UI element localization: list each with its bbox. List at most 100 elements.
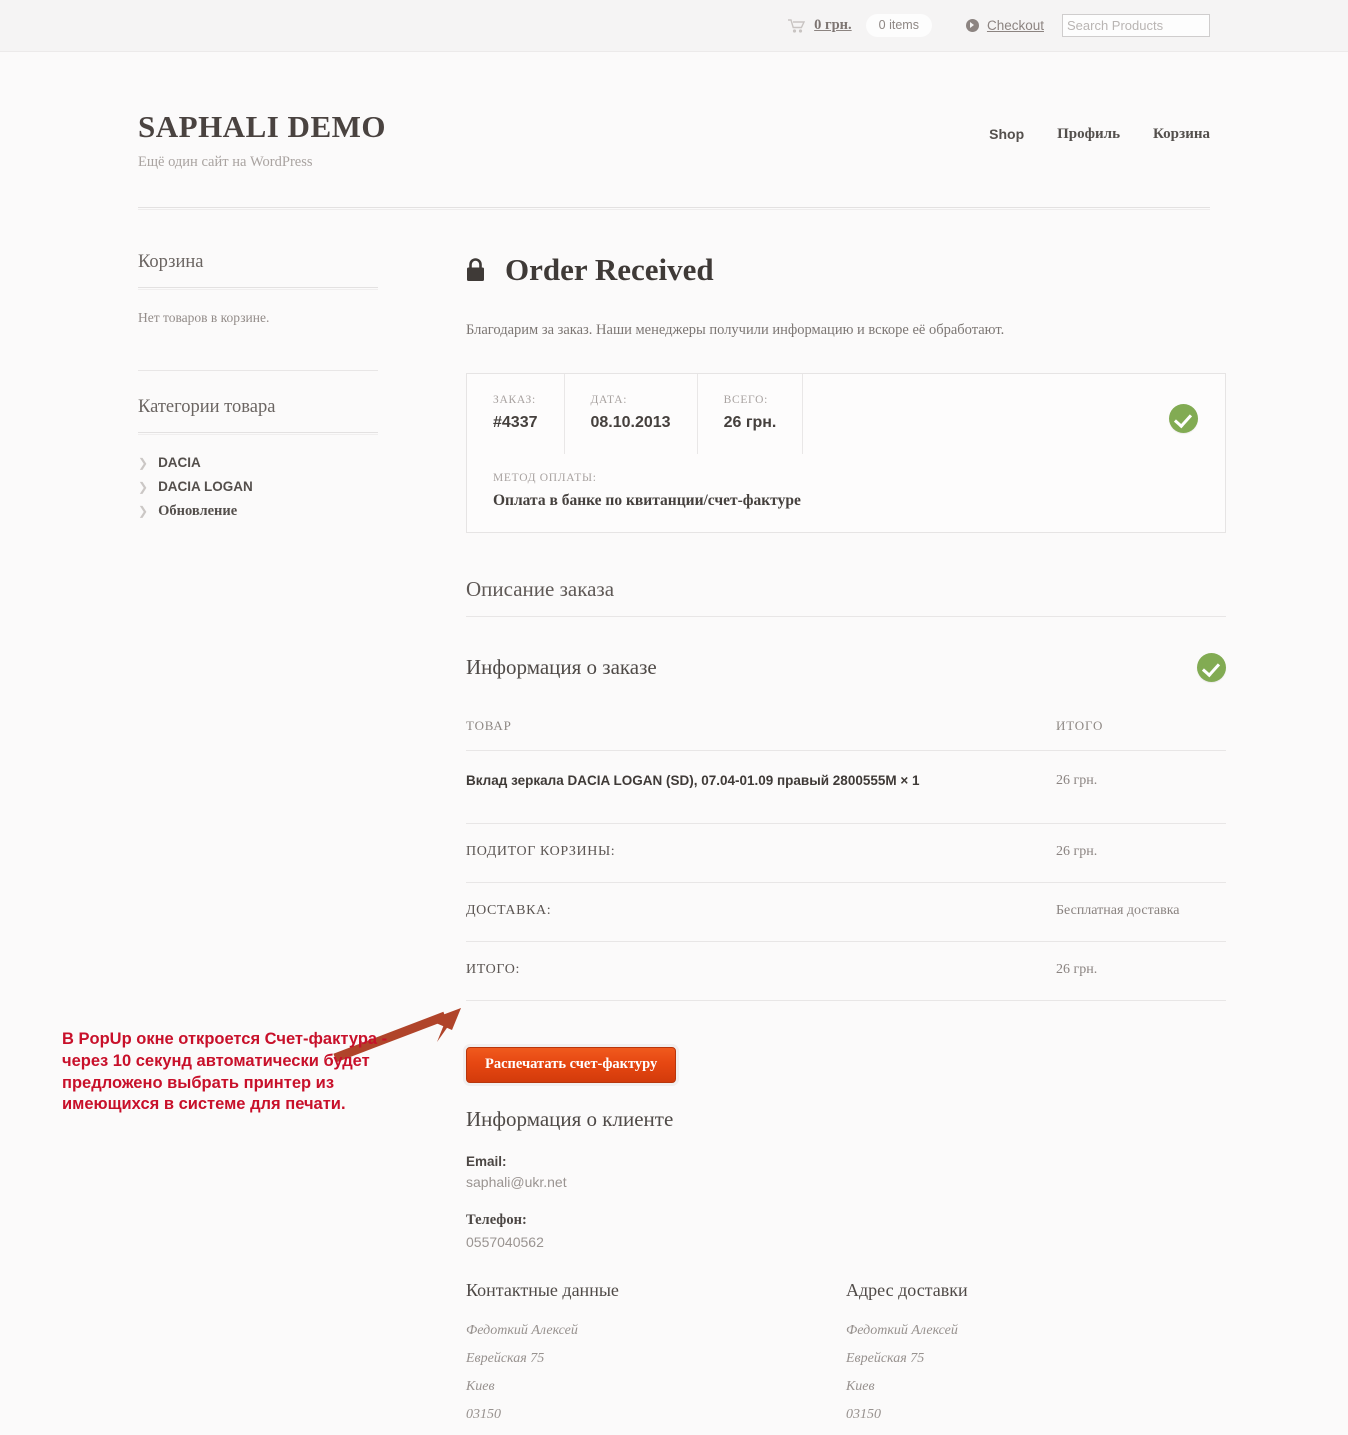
widget-divider	[138, 432, 378, 436]
order-info-header: Информация о заказе	[466, 653, 1226, 683]
cart-empty-text: Нет товаров в корзине.	[138, 310, 270, 326]
order-number-value: #4337	[493, 414, 538, 432]
annotation-text: В PopUp окне откроется Счет-фактура - че…	[62, 1030, 388, 1114]
lock-icon	[467, 258, 484, 282]
sidebar-item-dacia-logan[interactable]: DACIA LOGAN	[158, 479, 253, 494]
checkout-link[interactable]: Checkout	[965, 18, 1044, 33]
order-summary-row: ЗАКАЗ: #4337 ДАТА: 08.10.2013 ВСЕГО: 26 …	[467, 374, 1225, 455]
email-label: Email:	[466, 1153, 507, 1169]
chevron-right-icon: ❯	[138, 456, 149, 471]
shipping-label: ДОСТАВКА:	[466, 882, 1056, 943]
email-value: saphali@ukr.net	[466, 1173, 567, 1190]
order-date-cell: ДАТА: 08.10.2013	[565, 374, 698, 455]
sidebar-item-dacia[interactable]: DACIA	[158, 455, 201, 470]
brand: SAPHALI DEMO Ещё один сайт на WordPress	[138, 109, 989, 171]
subtotal-value: 26 грн.	[1056, 823, 1226, 884]
checkout-label: Checkout	[986, 18, 1044, 33]
cart-items-badge: 0 items	[865, 13, 932, 38]
shipping-address: Адрес доставки Федоткий Алексей Еврейска…	[846, 1280, 1226, 1435]
order-total-label: ВСЕГО:	[723, 394, 769, 407]
list-item[interactable]: ❯ DACIA LOGAN	[138, 479, 378, 494]
address-line: Киев	[846, 1378, 875, 1394]
site-title[interactable]: SAPHALI DEMO	[138, 109, 989, 144]
order-summary-box: ЗАКАЗ: #4337 ДАТА: 08.10.2013 ВСЕГО: 26 …	[466, 373, 1226, 534]
sidebar-item-obnovlenie[interactable]: Обновление	[158, 503, 237, 520]
table-foot: ПОДИТОГ КОРЗИНЫ: 26 грн. ДОСТАВКА: Беспл…	[466, 823, 1226, 1002]
phone-value: 0557040562	[466, 1233, 544, 1250]
green-check-icon	[1197, 653, 1226, 683]
print-invoice-button[interactable]: Распечатать счет-фактуру	[466, 1047, 677, 1083]
table-row: Вклад зеркала DACIA LOGAN (SD), 07.04-01…	[466, 750, 1226, 825]
order-items-table: ТОВАР ИТОГО Вклад зеркала DACIA LOGAN (S…	[466, 718, 1226, 1002]
column-header-product: ТОВАР	[466, 718, 1056, 752]
cart-amount: 0 грн.	[814, 17, 852, 33]
widget-spacer	[138, 326, 378, 370]
order-description-title: Описание заказа	[466, 577, 615, 602]
order-total-cell: ВСЕГО: 26 грн.	[698, 374, 804, 455]
page-title-text: Order Received	[505, 252, 714, 288]
widget-categories: Категории товара ❯ DACIA ❯ DACIA LOGAN ❯…	[138, 397, 378, 520]
nav-item-profile[interactable]: Профиль	[1057, 126, 1120, 143]
chevron-right-icon: ❯	[138, 480, 149, 495]
shipping-value: Бесплатная доставка	[1056, 882, 1226, 943]
order-spacer	[803, 374, 1225, 454]
list-item[interactable]: ❯ Обновление	[138, 503, 378, 520]
item-amount: 26 грн.	[1056, 750, 1226, 825]
topbar: 0 грн. 0 items Checkout	[0, 0, 1348, 52]
address-line: Еврейская 75	[466, 1350, 545, 1366]
table-body: Вклад зеркала DACIA LOGAN (SD), 07.04-01…	[466, 750, 1226, 825]
address-line: Киев	[466, 1378, 495, 1394]
widget-separator	[138, 370, 378, 372]
address-columns: Контактные данные Федоткий Алексей Еврей…	[466, 1280, 1226, 1435]
widget-cart: Корзина Нет товаров в корзине.	[138, 252, 378, 326]
order-total-value: 26 грн.	[723, 414, 777, 432]
billing-address-title: Контактные данные	[466, 1279, 619, 1300]
order-number-cell: ЗАКАЗ: #4337	[467, 374, 565, 455]
order-number-label: ЗАКАЗ:	[493, 394, 536, 407]
nav-item-shop[interactable]: Shop	[989, 126, 1024, 143]
grandtotal-label: ИТОГО:	[466, 941, 1056, 1002]
phone-label: Телефон:	[466, 1211, 527, 1228]
page-title: Order Received	[466, 252, 1226, 288]
order-date-label: ДАТА:	[590, 394, 628, 407]
page-container: SAPHALI DEMO Ещё один сайт на WordPress …	[0, 52, 1348, 1435]
columns: Корзина Нет товаров в корзине. Категории…	[138, 210, 1226, 1435]
main-nav: Shop Профиль Корзина	[989, 110, 1210, 143]
table-row: ПОДИТОГ КОРЗИНЫ: 26 грн.	[466, 823, 1226, 884]
widget-cart-title: Корзина	[138, 252, 204, 273]
grandtotal-value: 26 грн.	[1056, 941, 1226, 1002]
table-header-row: ТОВАР ИТОГО	[466, 718, 1226, 752]
search-input[interactable]	[1062, 14, 1210, 37]
address-line: Еврейская 75	[846, 1350, 925, 1366]
address-line: 03150	[846, 1406, 881, 1422]
category-list: ❯ DACIA ❯ DACIA LOGAN ❯ Обновление	[138, 455, 378, 520]
billing-address: Контактные данные Федоткий Алексей Еврей…	[466, 1280, 846, 1435]
intro-text: Благодарим за заказ. Наши менеджеры полу…	[466, 322, 1005, 339]
nav-item-cart[interactable]: Корзина	[1153, 126, 1210, 143]
table-row: ДОСТАВКА: Бесплатная доставка	[466, 882, 1226, 943]
play-circle-icon	[965, 19, 979, 32]
payment-method-value: Оплата в банке по квитанции/счет-фактуре	[493, 492, 801, 510]
green-check-icon	[1169, 404, 1198, 434]
widget-categories-title: Категории товара	[138, 397, 276, 418]
section-divider	[466, 616, 1226, 618]
column-header-total: ИТОГО	[1056, 718, 1226, 752]
shipping-address-title: Адрес доставки	[846, 1279, 968, 1300]
item-name: Вклад зеркала DACIA LOGAN (SD), 07.04-01…	[466, 750, 1056, 825]
payment-method-label: МЕТОД ОПЛАТЫ:	[493, 472, 597, 485]
table-row: ИТОГО: 26 грн.	[466, 941, 1226, 1002]
address-line: Федоткий Алексей	[466, 1322, 578, 1338]
topbar-inner: 0 грн. 0 items Checkout	[788, 13, 1210, 38]
table-head: ТОВАР ИТОГО	[466, 718, 1226, 752]
order-info-title: Информация о заказе	[466, 655, 657, 680]
client-info-title: Информация о клиенте	[466, 1106, 674, 1131]
order-date-value: 08.10.2013	[590, 414, 671, 432]
site-description: Ещё один сайт на WordPress	[138, 154, 313, 171]
cart-link[interactable]: 0 грн.	[788, 17, 852, 34]
list-item[interactable]: ❯ DACIA	[138, 455, 378, 470]
address-line: Федоткий Алексей	[846, 1322, 958, 1338]
shopping-cart-icon	[788, 18, 806, 33]
widget-divider	[138, 287, 378, 291]
sidebar: Корзина Нет товаров в корзине. Категории…	[138, 252, 378, 1435]
address-line: 03150	[466, 1406, 501, 1422]
